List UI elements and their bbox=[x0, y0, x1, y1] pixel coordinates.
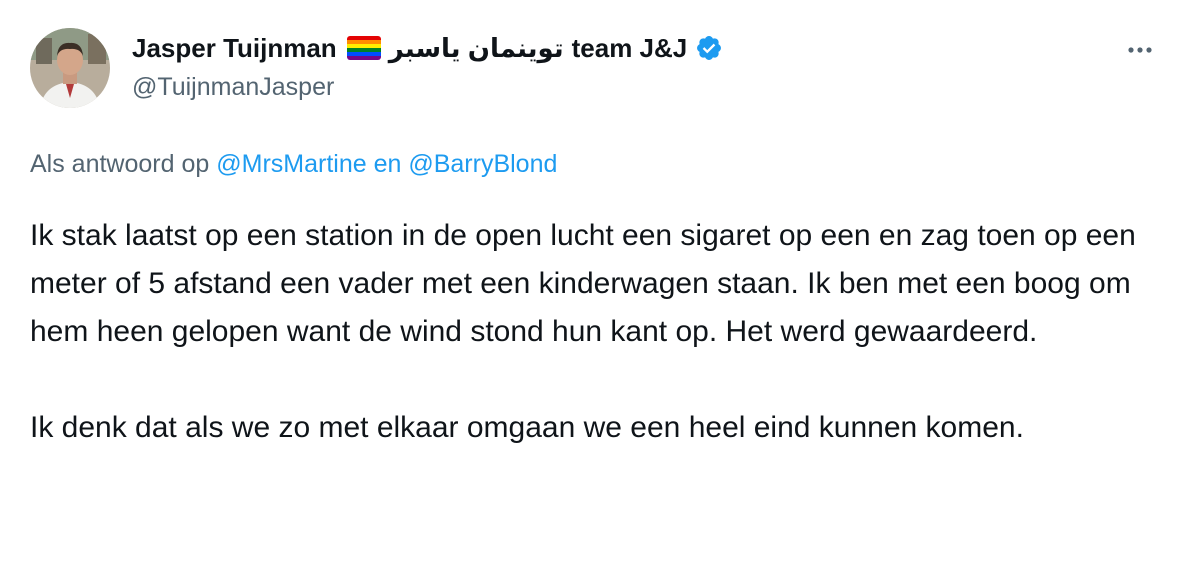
tweet-card: Jasper Tuijnman توينمان ياسبر team J&J @… bbox=[0, 0, 1182, 570]
display-name[interactable]: Jasper Tuijnman توينمان ياسبر team J&J bbox=[132, 30, 723, 66]
mention-link-mrsmartine[interactable]: @MrsMartine bbox=[216, 150, 366, 178]
tweet-paragraph-2: Ik denk dat als we zo met elkaar omgaan … bbox=[30, 411, 1024, 444]
display-name-team[interactable]: team J&J bbox=[572, 33, 688, 64]
display-name-arabic[interactable]: توينمان ياسبر bbox=[389, 33, 564, 64]
tweet-paragraph-1: Ik stak laatst op een station in de open… bbox=[30, 219, 1136, 348]
profile-photo bbox=[30, 28, 110, 108]
display-name-text[interactable]: Jasper Tuijnman bbox=[132, 33, 337, 64]
reply-context: Als antwoord op @MrsMartine en @BarryBlo… bbox=[30, 150, 557, 179]
avatar[interactable] bbox=[30, 28, 110, 108]
more-options-icon[interactable] bbox=[1120, 36, 1160, 64]
author-block: Jasper Tuijnman توينمان ياسبر team J&J @… bbox=[132, 30, 723, 102]
user-handle[interactable]: @TuijnmanJasper bbox=[132, 73, 723, 102]
verified-badge-icon[interactable] bbox=[695, 34, 723, 62]
rainbow-flag-icon bbox=[346, 36, 381, 60]
reply-conjunction[interactable]: en bbox=[374, 150, 402, 178]
reply-prefix: Als antwoord op bbox=[30, 150, 210, 178]
mention-link-barryblond[interactable]: @BarryBlond bbox=[408, 150, 557, 178]
tweet-text: Ik stak laatst op een station in de open… bbox=[30, 212, 1165, 500]
